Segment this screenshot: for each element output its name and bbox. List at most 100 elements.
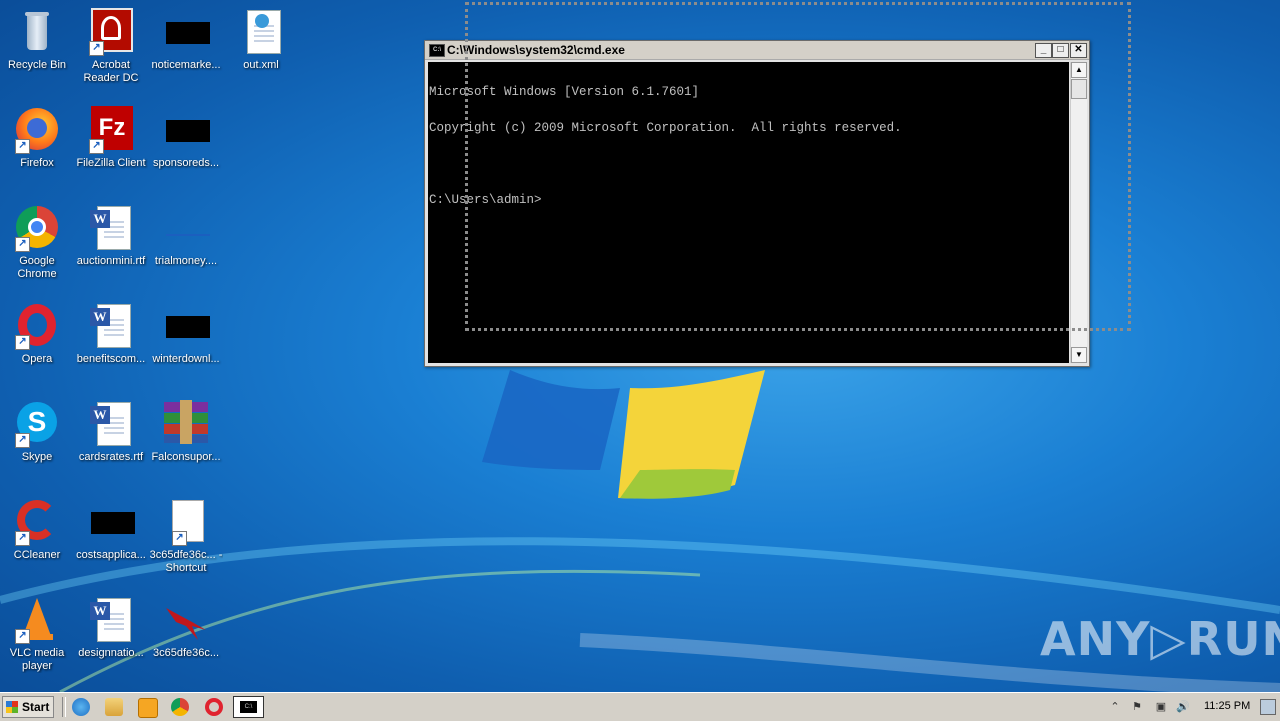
desktop-icon-word-doc[interactable]: W auctionmini.rtf bbox=[74, 204, 148, 268]
desktop-icon-label: CCleaner bbox=[13, 549, 61, 561]
redacted-file-icon bbox=[162, 302, 210, 350]
winrar-archive-icon bbox=[162, 400, 210, 448]
desktop-icon-label: Google Chrome bbox=[17, 255, 57, 280]
desktop-icon-label: cardsrates.rtf bbox=[78, 451, 144, 463]
taskbar: Start C:\ ⌃ ⚑ ▣ 🔊 11:25 PM bbox=[0, 692, 1280, 721]
console-line: Copyright (c) 2009 Microsoft Corporation… bbox=[429, 121, 902, 135]
network-icon[interactable]: ▣ bbox=[1154, 700, 1168, 714]
opera-icon[interactable] bbox=[205, 698, 223, 716]
filezilla-icon: Fz ↗ bbox=[87, 106, 135, 154]
desktop-icon-label: noticemarke... bbox=[151, 59, 221, 71]
start-label: Start bbox=[22, 700, 50, 714]
file-icon bbox=[162, 204, 210, 252]
desktop-icon-label: Skype bbox=[21, 451, 53, 463]
desktop-icon-winrar-archive[interactable]: Falconsupor... bbox=[149, 400, 223, 464]
desktop-icon-label: designnatio... bbox=[78, 647, 144, 659]
desktop-icon-label: Opera bbox=[21, 353, 53, 365]
shortcut-arrow-icon: ↗ bbox=[89, 139, 104, 154]
desktop-icon-label: costsapplica... bbox=[76, 549, 146, 561]
word-document-icon: W bbox=[87, 400, 135, 448]
maximize-button[interactable]: □ bbox=[1052, 43, 1069, 58]
desktop-icon-filezilla[interactable]: Fz ↗ FileZilla Client bbox=[74, 106, 148, 170]
console-output[interactable]: Microsoft Windows [Version 6.1.7601] Cop… bbox=[428, 62, 1069, 363]
chrome-icon[interactable] bbox=[171, 698, 189, 716]
desktop-icon-skype[interactable]: S ↗ Skype bbox=[0, 400, 74, 464]
desktop-icon-label: Firefox bbox=[20, 157, 54, 169]
cmd-taskbar-icon: C:\ bbox=[240, 701, 257, 713]
media-player-icon[interactable] bbox=[138, 698, 158, 718]
windows-logo-icon bbox=[6, 701, 18, 713]
scroll-up-button[interactable]: ▲ bbox=[1071, 62, 1087, 78]
shortcut-arrow-icon: ↗ bbox=[15, 433, 30, 448]
desktop-icon-label: sponsoreds... bbox=[152, 157, 220, 169]
desktop-icon-opera[interactable]: ↗ Opera bbox=[0, 302, 74, 366]
desktop-icon-ccleaner[interactable]: ↗ CCleaner bbox=[0, 498, 74, 562]
desktop-icon-xml-file[interactable]: out.xml bbox=[224, 8, 298, 72]
window-title: C:\Windows\system32\cmd.exe bbox=[447, 43, 625, 57]
chrome-icon: ↗ bbox=[13, 204, 61, 252]
desktop-icon-label: 3c65dfe36c... bbox=[152, 647, 220, 659]
vlc-cone-icon: ↗ bbox=[13, 596, 61, 644]
desktop-icon-redacted-file[interactable]: sponsoreds... bbox=[149, 106, 223, 170]
redacted-file-icon bbox=[162, 106, 210, 154]
desktop-icon-vlc[interactable]: ↗ VLC media player bbox=[0, 596, 74, 673]
cmd-title-bar[interactable]: C:\ C:\Windows\system32\cmd.exe _ □ ✕ bbox=[425, 41, 1089, 60]
volume-icon[interactable]: 🔊 bbox=[1176, 700, 1190, 714]
recycle-bin-icon bbox=[13, 8, 61, 56]
skype-icon: S ↗ bbox=[13, 400, 61, 448]
desktop-icon-google-chrome[interactable]: ↗ Google Chrome bbox=[0, 204, 74, 281]
clock[interactable]: 11:25 PM bbox=[1204, 700, 1250, 712]
word-document-icon: W bbox=[87, 204, 135, 252]
shortcut-arrow-icon: ↗ bbox=[15, 531, 30, 546]
red-bird-icon bbox=[162, 596, 210, 644]
anyrun-watermark: ANY▷RUN bbox=[1040, 612, 1280, 666]
shortcut-arrow-icon: ↗ bbox=[15, 139, 30, 154]
scroll-thumb[interactable] bbox=[1071, 79, 1087, 99]
shortcut-arrow-icon: ↗ bbox=[15, 629, 30, 644]
redacted-file-icon bbox=[87, 498, 135, 546]
blank-file-shortcut-icon: ↗ bbox=[162, 498, 210, 546]
desktop-icon-file[interactable]: trialmoney.... bbox=[149, 204, 223, 268]
console-prompt: C:\Users\admin> bbox=[429, 193, 542, 207]
vertical-scrollbar[interactable]: ▲ ▼ bbox=[1070, 62, 1087, 363]
action-center-flag-icon[interactable]: ⚑ bbox=[1130, 700, 1144, 714]
taskbar-cmd-button[interactable]: C:\ bbox=[233, 696, 264, 718]
internet-explorer-icon[interactable] bbox=[72, 698, 90, 716]
close-button[interactable]: ✕ bbox=[1070, 43, 1087, 58]
shortcut-arrow-icon: ↗ bbox=[15, 335, 30, 350]
desktop-icon-firefox[interactable]: ↗ Firefox bbox=[0, 106, 74, 170]
desktop-icon-label: trialmoney.... bbox=[154, 255, 218, 267]
desktop-icon-label: FileZilla Client bbox=[76, 157, 146, 169]
shortcut-arrow-icon: ↗ bbox=[172, 531, 187, 546]
cmd-window[interactable]: C:\ C:\Windows\system32\cmd.exe _ □ ✕ Mi… bbox=[424, 40, 1090, 367]
desktop-icon-recycle-bin[interactable]: Recycle Bin bbox=[0, 8, 74, 72]
redacted-file-icon bbox=[162, 8, 210, 56]
desktop-icon-acrobat[interactable]: ↗ Acrobat Reader DC bbox=[74, 8, 148, 85]
scroll-down-button[interactable]: ▼ bbox=[1071, 347, 1087, 363]
system-tray: ⌃ ⚑ ▣ 🔊 bbox=[1104, 693, 1280, 721]
desktop-icon-word-doc[interactable]: W cardsrates.rtf bbox=[74, 400, 148, 464]
desktop-icon-label: winterdownl... bbox=[152, 353, 220, 365]
minimize-button[interactable]: _ bbox=[1035, 43, 1052, 58]
show-hidden-icons-icon[interactable]: ⌃ bbox=[1108, 700, 1122, 714]
desktop-icon-shortcut[interactable]: ↗ 3c65dfe36c... - Shortcut bbox=[149, 498, 223, 575]
opera-icon: ↗ bbox=[13, 302, 61, 350]
desktop-icon-bird-app[interactable]: 3c65dfe36c... bbox=[149, 596, 223, 660]
file-explorer-icon[interactable] bbox=[105, 698, 123, 716]
desktop-icon-label: VLC media player bbox=[9, 647, 65, 672]
desktop-icon-word-doc[interactable]: W benefitscom... bbox=[74, 302, 148, 366]
word-document-icon: W bbox=[87, 302, 135, 350]
shortcut-arrow-icon: ↗ bbox=[15, 237, 30, 252]
desktop-icon-word-doc[interactable]: W designnatio... bbox=[74, 596, 148, 660]
ccleaner-icon: ↗ bbox=[13, 498, 61, 546]
desktop-icon-redacted-file[interactable]: noticemarke... bbox=[149, 8, 223, 72]
show-desktop-button[interactable] bbox=[1260, 699, 1276, 715]
desktop-icon-label: 3c65dfe36c... - Shortcut bbox=[149, 549, 223, 574]
desktop-icon-label: Recycle Bin bbox=[7, 59, 67, 71]
start-button[interactable]: Start bbox=[2, 696, 54, 718]
desktop-icon-redacted-file[interactable]: costsapplica... bbox=[74, 498, 148, 562]
desktop-icon-label: out.xml bbox=[243, 59, 279, 71]
desktop-icon-redacted-file[interactable]: winterdownl... bbox=[149, 302, 223, 366]
desktop-icon-label: benefitscom... bbox=[76, 353, 146, 365]
